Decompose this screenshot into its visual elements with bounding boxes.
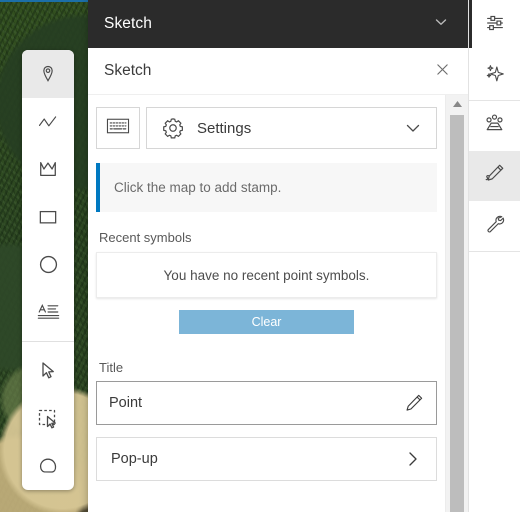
chevron-down-icon — [404, 119, 422, 137]
clear-button-wrapper: Clear — [96, 310, 437, 334]
title-input-value: Point — [109, 395, 143, 411]
circle-tool[interactable] — [22, 241, 74, 289]
map-pin-icon — [38, 64, 58, 84]
point-tool[interactable] — [22, 50, 74, 98]
rectangle-tool[interactable] — [22, 193, 74, 241]
rail-divider-bottom — [469, 251, 520, 252]
right-icon-rail — [468, 0, 520, 512]
cursor-arrow-icon — [39, 361, 57, 381]
rail-item-sketch[interactable] — [469, 151, 520, 201]
keyboard-icon — [106, 117, 130, 140]
wrench-icon — [484, 213, 506, 240]
panel-scroll-area: Settings Click the map to add stamp. Rec… — [88, 95, 445, 512]
text-icon — [37, 302, 60, 322]
rail-item-tools[interactable] — [469, 201, 520, 251]
settings-toolbar: Settings — [96, 107, 437, 149]
text-tool[interactable] — [22, 288, 74, 336]
app-root: Sketch Sketch Settings Click the map to … — [0, 0, 520, 512]
gear-icon — [161, 116, 185, 140]
rectangle-icon — [37, 208, 59, 226]
select-tool[interactable] — [22, 347, 74, 395]
popup-row-label: Pop-up — [111, 451, 158, 467]
panel-scrollbar[interactable] — [445, 95, 468, 512]
sketch-panel: Sketch Sketch Settings Click the map to … — [88, 0, 468, 512]
polygon-icon — [37, 159, 59, 179]
settings-button[interactable]: Settings — [146, 107, 437, 149]
title-input[interactable]: Point — [96, 381, 437, 425]
rail-active-edge — [469, 0, 472, 48]
recent-symbols-empty-text: You have no recent point symbols. — [163, 267, 370, 283]
recent-symbols-label: Recent symbols — [99, 230, 192, 245]
rail-item-group[interactable] — [469, 101, 520, 151]
window-title: Sketch — [104, 15, 152, 32]
clear-button[interactable]: Clear — [179, 310, 354, 334]
close-panel-button[interactable] — [432, 61, 452, 81]
chevron-down-icon — [433, 14, 449, 35]
pencil-icon[interactable] — [404, 393, 424, 413]
panel-titlebar: Sketch — [88, 0, 468, 48]
tool-divider — [22, 341, 74, 342]
recent-symbols-empty-state: You have no recent point symbols. — [96, 252, 437, 298]
sparkle-icon — [484, 62, 506, 89]
scrollbar-thumb[interactable] — [450, 115, 464, 512]
title-field-label: Title — [99, 360, 124, 375]
sliders-icon — [484, 12, 506, 39]
panel-body: Settings Click the map to add stamp. Rec… — [88, 95, 468, 512]
pencil-icon — [483, 162, 506, 190]
polyline-tool[interactable] — [22, 98, 74, 146]
marquee-select-icon — [37, 408, 59, 429]
rail-item-properties[interactable] — [469, 0, 520, 50]
instruction-text: Click the map to add stamp. — [114, 180, 282, 195]
rail-item-effects[interactable] — [469, 50, 520, 100]
group-icon — [483, 112, 506, 140]
panel-subheader: Sketch — [88, 48, 468, 95]
popup-row[interactable]: Pop-up — [96, 437, 437, 481]
instruction-notice: Click the map to add stamp. — [96, 163, 437, 212]
lasso-icon — [37, 456, 59, 476]
chevron-right-icon — [404, 450, 422, 468]
page-title: Sketch — [104, 62, 152, 79]
circle-icon — [38, 254, 59, 275]
keyboard-entry-button[interactable] — [96, 107, 140, 149]
polygon-tool[interactable] — [22, 145, 74, 193]
scroll-up-button[interactable] — [446, 95, 468, 112]
close-icon — [436, 63, 449, 79]
lasso-select-tool[interactable] — [22, 442, 74, 490]
marquee-select-tool[interactable] — [22, 395, 74, 443]
sketch-tool-palette — [22, 50, 74, 490]
polyline-icon — [37, 112, 59, 132]
collapse-panel-button[interactable] — [430, 13, 452, 35]
scroll-up-arrow-icon — [452, 95, 463, 113]
settings-label: Settings — [197, 119, 252, 137]
